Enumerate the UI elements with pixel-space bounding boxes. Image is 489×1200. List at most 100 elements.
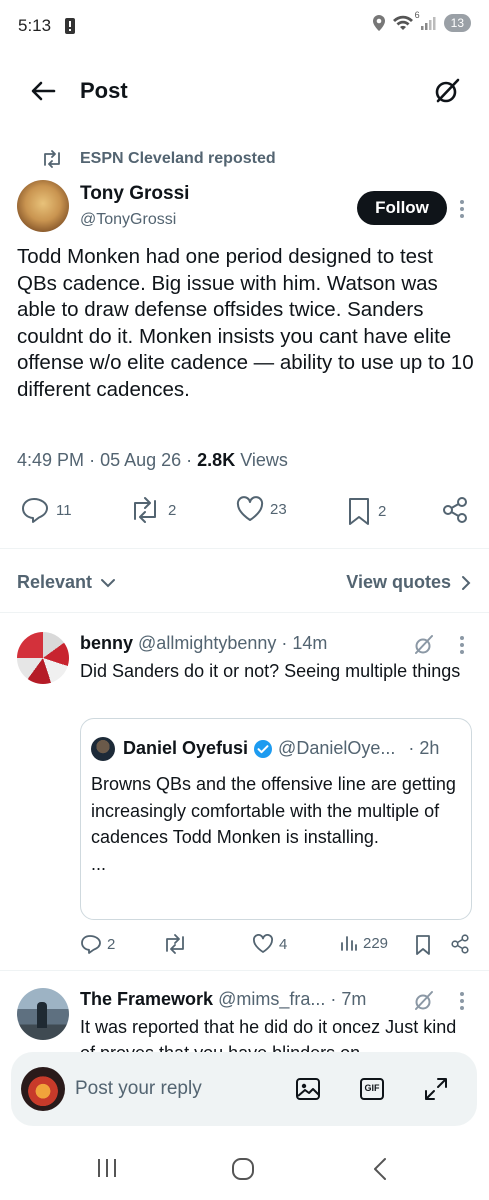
reply-avatar[interactable] (17, 632, 69, 684)
reply-text: Did Sanders do it or not? Seeing multipl… (80, 661, 461, 681)
quoted-post[interactable]: Daniel Oyefusi @DanielOye... · 2h Browns… (80, 718, 472, 920)
reply-header: benny @allmightybenny · 14m (80, 633, 328, 653)
like-count: 4 (279, 935, 288, 953)
quote-header: Daniel Oyefusi @DanielOye... · 2h (123, 738, 440, 759)
view-quotes-link[interactable]: View quotes (346, 572, 471, 593)
repost-button[interactable]: 2 (128, 496, 176, 524)
wifi-icon: 6 (392, 10, 420, 32)
repost-action-icon (162, 934, 188, 954)
status-bar: 5:13 6 13 (0, 0, 489, 56)
author-handle[interactable]: @TonyGrossi (80, 211, 176, 229)
reply-composer[interactable]: Post your reply GIF (11, 1052, 477, 1126)
quote-author-name: Daniel Oyefusi (123, 738, 249, 758)
more-options-icon[interactable] (460, 200, 464, 218)
views-count: 229 (363, 934, 389, 952)
expand-icon[interactable] (423, 1076, 449, 1102)
bookmark-button[interactable] (414, 934, 432, 956)
repost-action-icon (128, 496, 162, 524)
user-avatar (21, 1067, 65, 1111)
quote-avatar (91, 737, 115, 761)
views-chart-icon (340, 934, 358, 952)
reply-icon (80, 934, 102, 954)
reply-count: 2 (107, 935, 116, 953)
reply-author-name[interactable]: benny (80, 633, 133, 653)
nav-back-icon[interactable] (372, 1157, 388, 1181)
divider (0, 548, 489, 549)
views-button[interactable]: 229 (340, 934, 388, 952)
notification-icon (64, 17, 76, 35)
bookmark-icon (414, 934, 432, 956)
reply-author-name[interactable]: The Framework (80, 989, 213, 1009)
reply-icon (20, 496, 50, 524)
reply-button[interactable]: 11 (20, 496, 72, 524)
quote-ellipsis: ... (91, 853, 107, 874)
post-text: Todd Monken had one period designed to t… (17, 245, 474, 401)
share-button[interactable] (441, 496, 469, 524)
divider (0, 970, 489, 971)
more-options-icon[interactable] (460, 636, 464, 654)
status-indicators: 6 13 (372, 10, 471, 32)
back-arrow-icon[interactable] (28, 76, 58, 106)
location-icon (372, 14, 386, 32)
gif-label: GIF (364, 1083, 380, 1093)
signal-label: 6 (414, 10, 420, 20)
repost-icon (40, 150, 64, 168)
bookmark-button[interactable]: 2 (346, 496, 386, 526)
sort-relevant-dropdown[interactable]: Relevant (17, 572, 116, 593)
reply-action-bar: 2 4 229 (0, 934, 489, 958)
reply-time: 7m (341, 989, 367, 1009)
share-button[interactable] (450, 934, 470, 954)
gif-icon[interactable]: GIF (359, 1076, 385, 1102)
cell-signal-icon (420, 15, 438, 31)
heart-icon (252, 934, 274, 954)
quote-author-handle: @DanielOye... (278, 738, 396, 758)
share-icon (441, 496, 469, 524)
recent-apps-icon[interactable] (96, 1158, 118, 1178)
chevron-down-icon (100, 577, 116, 589)
grok-icon[interactable] (430, 74, 464, 108)
quote-body: Browns QBs and the offensive line are ge… (91, 774, 456, 847)
repost-label[interactable]: ESPN Cleveland reposted (80, 150, 276, 168)
reply-text: It was reported that he did do it oncez … (80, 1017, 457, 1054)
page-title: Post (80, 78, 128, 103)
author-avatar[interactable] (17, 180, 69, 232)
post-action-bar: 11 2 23 2 (0, 496, 489, 528)
reply-avatar[interactable] (17, 988, 69, 1040)
quote-time: 2h (419, 738, 440, 758)
view-quotes-label: View quotes (346, 572, 451, 592)
views-count: 2.8K (197, 450, 236, 470)
heart-icon (236, 496, 264, 522)
image-icon[interactable] (295, 1076, 321, 1102)
reply-time: 14m (292, 633, 328, 653)
reply-author-handle[interactable]: @allmightybenny (138, 633, 276, 653)
system-nav-bar (0, 1136, 489, 1200)
share-icon (450, 934, 470, 954)
like-button[interactable]: 23 (236, 496, 287, 522)
post-metadata: 4:49 PM · 05 Aug 26 · 2.8K Views (17, 450, 288, 470)
author-name[interactable]: Tony Grossi (80, 183, 189, 205)
more-options-icon[interactable] (460, 992, 464, 1010)
home-icon[interactable] (231, 1157, 255, 1181)
like-button[interactable]: 4 (252, 934, 287, 954)
post-time: 4:49 PM (17, 450, 85, 470)
repost-count: 2 (168, 501, 177, 519)
views-label: Views (240, 450, 288, 470)
repost-button[interactable] (162, 934, 188, 954)
reply-input[interactable]: Post your reply (75, 1078, 202, 1100)
battery-indicator: 13 (443, 14, 471, 32)
post-date: 05 Aug 26 (100, 450, 182, 470)
reply-count: 11 (56, 501, 72, 519)
follow-button[interactable]: Follow (357, 191, 447, 225)
quote-text: Browns QBs and the offensive line are ge… (91, 771, 463, 877)
reply-author-handle[interactable]: @mims_fra... (218, 989, 325, 1009)
reply-header: The Framework @mims_fra... · 7m (80, 989, 367, 1009)
like-count: 23 (270, 500, 287, 518)
relevant-label: Relevant (17, 572, 93, 592)
verified-badge-icon (253, 739, 273, 759)
chevron-right-icon (461, 575, 471, 591)
grok-icon[interactable] (412, 989, 436, 1013)
grok-icon[interactable] (412, 633, 436, 657)
divider (0, 612, 489, 613)
status-time: 5:13 (18, 16, 52, 35)
reply-button[interactable]: 2 (80, 934, 115, 954)
